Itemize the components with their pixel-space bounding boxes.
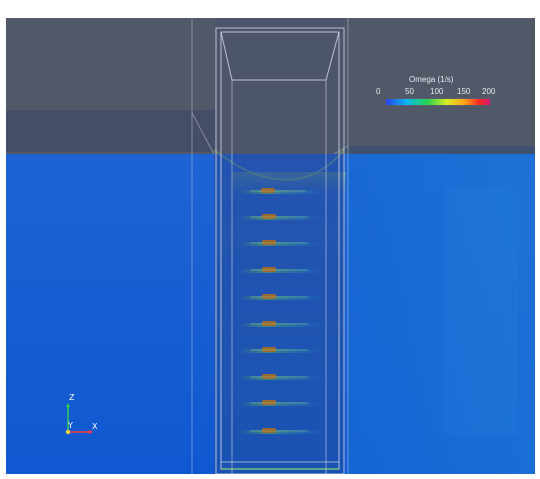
colorbar-tick-100: 100	[430, 87, 444, 96]
z-axis-label: Z	[69, 393, 75, 402]
fish-3-body	[262, 240, 276, 245]
left-upper-band	[6, 110, 215, 152]
fish-2-body	[262, 214, 276, 219]
axes-icon	[65, 403, 93, 435]
fish-8-body	[262, 374, 276, 379]
fish-1-body	[261, 188, 275, 193]
colorbar-tick-200: 200	[482, 87, 496, 96]
colorbar-tick-150: 150	[457, 87, 471, 96]
app-window: Omega (1/s) 0 50 100 150 200 Z Y X	[0, 0, 540, 479]
right-shading	[444, 186, 518, 436]
fish-7-body	[262, 347, 276, 352]
channel-water-shade	[214, 154, 344, 474]
z-axis-arrow	[66, 403, 70, 407]
colorbar-tick-0: 0	[376, 87, 381, 96]
y-axis-origin	[65, 429, 71, 435]
fish-9-body	[262, 400, 276, 405]
fish-10-body	[262, 428, 276, 433]
omega-colorbar: Omega (1/s) 0 50 100 150 200	[374, 75, 499, 111]
fish-4-body	[262, 267, 276, 272]
x-axis-label: X	[92, 422, 98, 431]
fish-6-body	[262, 321, 276, 326]
colorbar-title: Omega (1/s)	[409, 75, 454, 84]
colorbar-ticks: 0 50 100 150 200	[374, 87, 499, 97]
render-view[interactable]: Omega (1/s) 0 50 100 150 200 Z Y X	[6, 18, 535, 474]
colorbar-tick-50: 50	[405, 87, 414, 96]
y-axis-label: Y	[68, 421, 73, 430]
orientation-axes: Z Y X	[59, 394, 104, 439]
fish-5-body	[262, 294, 276, 299]
colorbar-gradient	[386, 99, 490, 105]
